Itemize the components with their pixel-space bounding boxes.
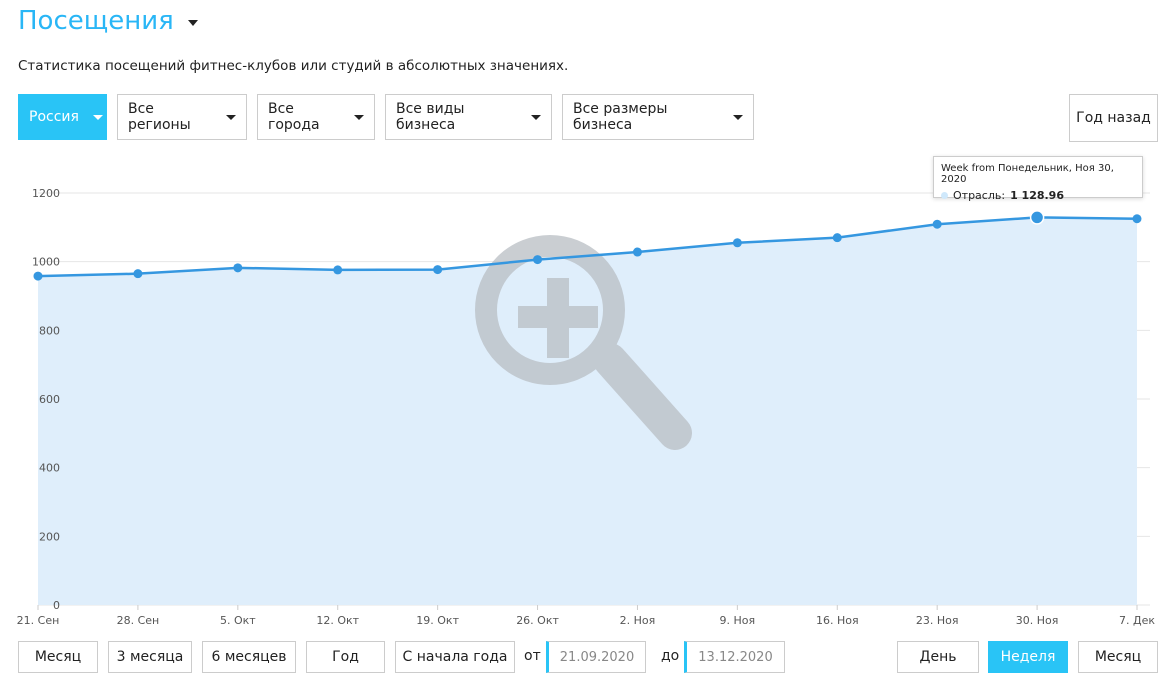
data-point	[533, 255, 543, 265]
data-point	[832, 233, 842, 243]
data-point	[1132, 214, 1142, 224]
range-6-months-button[interactable]: 6 месяцев	[202, 641, 296, 673]
x-tick-label: 19. Окт	[416, 614, 459, 627]
x-tick-label: 7. Дек	[1119, 614, 1155, 627]
y-tick-label: 0	[53, 599, 60, 612]
data-point	[333, 265, 343, 275]
chart-area	[38, 217, 1137, 605]
y-tick-label: 1000	[32, 256, 60, 269]
range-3-months-button[interactable]: 3 месяца	[108, 641, 192, 673]
date-from-label: от	[524, 648, 541, 664]
granularity-week-button[interactable]: Неделя	[988, 641, 1068, 673]
chevron-down-icon	[354, 114, 364, 120]
y-tick-label: 1200	[32, 187, 60, 200]
data-point	[33, 271, 43, 281]
chevron-down-icon	[226, 114, 236, 120]
date-to-input[interactable]: 13.12.2020	[684, 641, 785, 673]
x-tick-label: 9. Ноя	[720, 614, 756, 627]
chevron-down-icon	[733, 114, 743, 120]
y-tick-label: 800	[39, 324, 60, 337]
tooltip-series-label: Отрасль:	[953, 189, 1006, 202]
region-filter-label: Все регионы	[128, 101, 191, 133]
data-point	[433, 265, 443, 275]
data-point	[632, 247, 642, 257]
x-tick-label: 28. Сен	[117, 614, 160, 627]
x-tick-label: 26. Окт	[516, 614, 559, 627]
x-tick-label: 21. Сен	[17, 614, 60, 627]
x-tick-label: 16. Ноя	[816, 614, 859, 627]
chevron-down-icon	[531, 114, 541, 120]
business-type-filter-label: Все виды бизнеса	[396, 101, 465, 133]
y-tick-label: 600	[39, 393, 60, 406]
data-point	[233, 263, 243, 273]
y-tick-label: 400	[39, 462, 60, 475]
date-from-input[interactable]: 21.09.2020	[546, 641, 646, 673]
page-subtitle: Статистика посещений фитнес-клубов или с…	[18, 58, 569, 74]
page-title[interactable]: Посещения	[18, 6, 198, 36]
x-tick-label: 23. Ноя	[916, 614, 959, 627]
business-size-filter-label: Все размеры бизнеса	[573, 101, 668, 133]
year-back-button[interactable]: Год назад	[1069, 94, 1158, 142]
country-filter-label: Россия	[29, 109, 79, 125]
x-tick-label: 5. Окт	[220, 614, 256, 627]
chevron-down-icon[interactable]	[187, 20, 198, 26]
range-ytd-button[interactable]: С начала года	[395, 641, 515, 673]
data-point	[932, 219, 942, 229]
country-filter[interactable]: Россия	[18, 94, 107, 140]
page-title-text: Посещения	[18, 6, 174, 36]
x-tick-label: 30. Ноя	[1016, 614, 1059, 627]
data-point	[732, 238, 742, 248]
visits-chart[interactable]: 0 200 400 600 800 1000 1200 21. Сен 28. Сен 5. О…	[0, 150, 1170, 635]
granularity-month-button[interactable]: Месяц	[1078, 641, 1158, 673]
data-point	[133, 269, 143, 279]
business-type-filter[interactable]: Все виды бизнеса	[385, 94, 552, 140]
series-dot-icon	[941, 192, 948, 199]
tooltip-value: 1 128.96	[1010, 189, 1064, 202]
chart-tooltip: Week from Понедельник, Ноя 30, 2020 Отра…	[933, 156, 1143, 202]
x-tick-label: 2. Ноя	[620, 614, 656, 627]
region-filter[interactable]: Все регионы	[117, 94, 247, 140]
granularity-day-button[interactable]: День	[897, 641, 979, 673]
city-filter-label: Все города	[268, 101, 320, 133]
tooltip-title: Week from Понедельник, Ноя 30, 2020	[941, 163, 1114, 185]
x-tick-label: 12. Окт	[316, 614, 359, 627]
range-year-button[interactable]: Год	[306, 641, 385, 673]
city-filter[interactable]: Все города	[257, 94, 375, 140]
date-to-label: до	[661, 648, 680, 664]
range-month-button[interactable]: Месяц	[18, 641, 98, 673]
business-size-filter[interactable]: Все размеры бизнеса	[562, 94, 754, 140]
data-point	[1029, 210, 1045, 225]
chevron-down-icon	[92, 114, 103, 120]
y-tick-label: 200	[39, 530, 60, 543]
